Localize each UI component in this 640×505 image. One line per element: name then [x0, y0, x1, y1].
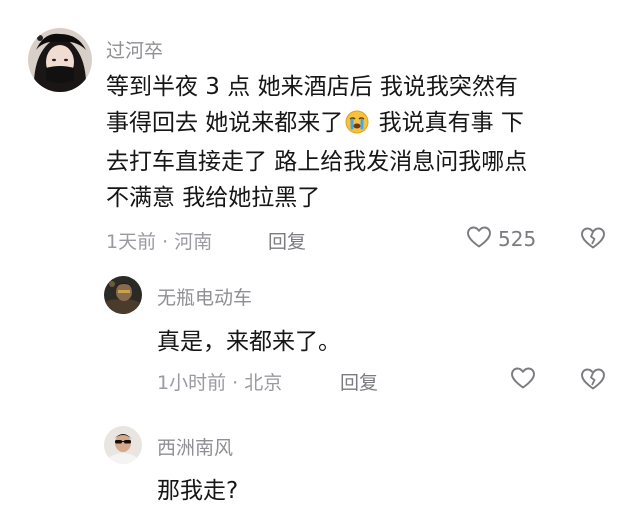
comment-meta: 1天前 · 河南 — [106, 231, 213, 253]
comment-text-line: 去打车直接走了 路上给我发消息问我哪点 — [106, 149, 528, 175]
avatar[interactable] — [104, 276, 142, 314]
comment-text-line: 等到半夜 3 点 她来酒店后 我说我突然有 — [106, 74, 518, 100]
broken-heart-icon — [580, 368, 606, 395]
comment-text: 那我走? — [157, 478, 239, 504]
comment-text: 真是，来都来了。 — [157, 329, 341, 355]
comment-text-line: 不满意 我给她拉黑了 — [106, 184, 321, 211]
dislike-button[interactable] — [580, 226, 606, 254]
comment-text-segment: 事得回去 她说来都来了 — [106, 109, 344, 136]
comment-text-segment: 我说真有事 下 — [371, 109, 524, 136]
broken-heart-icon — [580, 227, 606, 254]
comment-text-line: 事得回去 她说来都来了 我说真有事 下 — [106, 106, 626, 146]
comment-username[interactable]: 无瓶电动车 — [157, 283, 252, 310]
heart-icon — [510, 366, 536, 394]
like-button[interactable]: 525 — [466, 225, 536, 253]
like-count: 525 — [498, 227, 537, 251]
comment-username[interactable]: 西洲南风 — [157, 433, 233, 460]
heart-icon — [466, 225, 492, 253]
dislike-button[interactable] — [580, 367, 606, 395]
reply-button[interactable]: 回复 — [268, 227, 306, 254]
comment-meta: 1小时前 · 北京 — [157, 372, 283, 394]
avatar[interactable] — [104, 426, 142, 464]
comment-text: 等到半夜 3 点 她来酒店后 我说我突然有 事得回去 她说来都来了 我说真有事 … — [106, 70, 626, 216]
comment-username[interactable]: 过河卒 — [106, 36, 163, 63]
avatar[interactable] — [28, 28, 92, 92]
crying-face-icon — [345, 110, 369, 146]
like-button[interactable] — [510, 366, 536, 394]
reply-button[interactable]: 回复 — [340, 368, 378, 395]
